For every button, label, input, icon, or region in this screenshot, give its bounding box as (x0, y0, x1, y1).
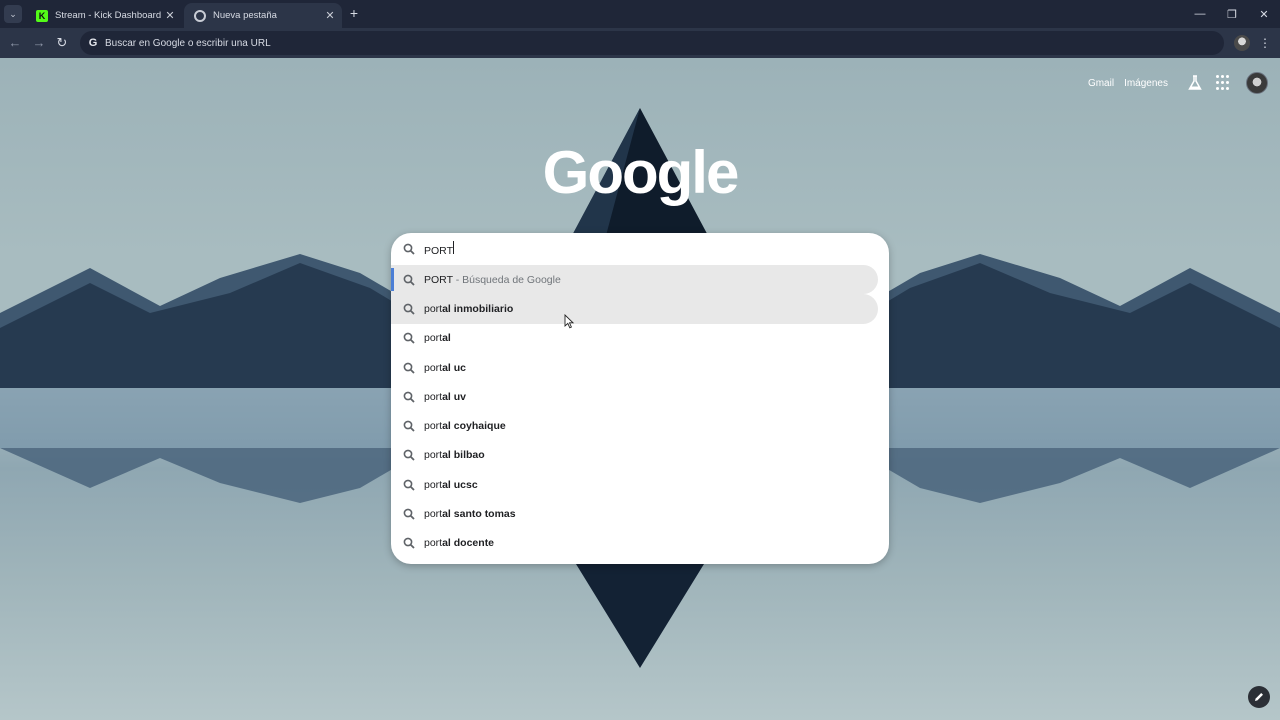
suggestion-item[interactable]: portal santo tomas (391, 499, 889, 528)
google-g-icon: G (88, 37, 98, 49)
profile-avatar-button[interactable] (1234, 35, 1250, 51)
suggestion-typed: port (424, 361, 443, 374)
tab-new-tab[interactable]: Nueva pestaña ✕ (184, 3, 342, 28)
suggestion-text: portal (424, 332, 451, 344)
suggestion-completion: al uc (442, 361, 467, 374)
tab-title: Stream - Kick Dashboard (55, 10, 162, 21)
reload-icon: ↻ (56, 35, 68, 50)
suggestion-completion: al (442, 332, 451, 345)
search-row[interactable]: PORT (391, 233, 889, 265)
minimize-button[interactable]: — (1184, 0, 1216, 28)
search-icon (403, 362, 415, 374)
gmail-link[interactable]: Gmail (1088, 78, 1114, 89)
pencil-icon (1255, 693, 1263, 701)
suggestion-item[interactable]: portal uv (391, 382, 889, 411)
search-icon (403, 303, 415, 315)
plus-icon: + (349, 5, 359, 21)
new-tab-page: Gmail Imágenes Google PORT PORT - Búsque… (0, 58, 1280, 720)
suggestion-completion: al coyhaique (442, 420, 506, 433)
search-query-text: PORT (424, 245, 453, 257)
tab-kick-dashboard[interactable]: K Stream - Kick Dashboard ✕ (26, 3, 182, 28)
suggestion-typed: PORT (424, 273, 453, 286)
suggestion-item[interactable]: portal (391, 324, 889, 353)
arrow-right-icon: → (32, 35, 46, 50)
suggestion-typed: port (424, 478, 443, 491)
suggestion-text: portal bilbao (424, 449, 485, 461)
suggestion-completion: al docente (442, 537, 495, 550)
text-caret (452, 241, 454, 254)
suggestion-text: portal uc (424, 362, 466, 374)
back-button[interactable]: ← (6, 34, 24, 52)
suggestion-text: portal inmobiliario (424, 303, 513, 315)
suggestion-typed: port (424, 302, 443, 315)
tab-strip: ⌄ K Stream - Kick Dashboard ✕ Nueva pest… (0, 0, 1280, 28)
suggestion-item[interactable]: portal uc (391, 353, 889, 382)
address-bar[interactable]: G Buscar en Google o escribir una URL (80, 31, 1224, 55)
new-tab-button[interactable]: + (346, 5, 362, 21)
reload-button[interactable]: ↻ (53, 34, 71, 52)
apps-grid-icon[interactable] (1216, 75, 1232, 91)
tab-title: Nueva pestaña (213, 10, 277, 21)
toolbar: ← → ↻ G Buscar en Google o escribir una … (0, 28, 1280, 58)
suggestion-completion: al inmobiliario (442, 302, 514, 315)
search-box: PORT PORT - Búsqueda de Google portal in… (391, 233, 889, 564)
suggestion-completion: al ucsc (442, 478, 478, 491)
suggestion-item[interactable]: portal ucsc (391, 470, 889, 499)
close-tab-icon[interactable]: ✕ (162, 9, 178, 22)
search-icon (403, 243, 415, 255)
kick-icon: K (36, 9, 48, 22)
suggestion-item[interactable]: portal inmobiliario (391, 294, 878, 324)
suggestion-item[interactable]: portal coyhaique (391, 411, 889, 440)
suggestion-typed: port (424, 537, 443, 550)
suggestion-text: portal santo tomas (424, 508, 516, 520)
suggestion-item[interactable]: portal bilbao (391, 441, 889, 470)
close-tab-icon[interactable]: ✕ (322, 9, 338, 22)
suggestion-completion: al uv (442, 390, 467, 403)
suggestion-completion: al bilbao (442, 449, 485, 462)
suggestion-typed: port (424, 449, 443, 462)
suggestion-item[interactable]: PORT - Búsqueda de Google (391, 265, 878, 295)
suggestion-item[interactable]: portal docente (391, 529, 889, 558)
suggestion-completion: al santo tomas (442, 508, 516, 521)
suggestion-text: portal ucsc (424, 479, 478, 491)
close-window-button[interactable]: ✕ (1248, 0, 1280, 28)
address-bar-placeholder: Buscar en Google o escribir una URL (105, 37, 271, 49)
search-icon (403, 508, 415, 520)
search-icon (403, 479, 415, 491)
search-icon (403, 332, 415, 344)
google-logo: Google (542, 139, 740, 206)
chrome-icon (194, 9, 206, 22)
search-icon (403, 450, 415, 462)
suggestion-text: portal docente (424, 537, 494, 549)
forward-button[interactable]: → (30, 34, 48, 52)
suggestion-suffix: - Búsqueda de Google (452, 273, 561, 286)
tab-search-button[interactable]: ⌄ (4, 5, 22, 23)
search-icon (403, 420, 415, 432)
suggestion-text: PORT - Búsqueda de Google (424, 274, 561, 286)
search-icon (403, 537, 415, 549)
labs-flask-icon[interactable] (1186, 74, 1204, 92)
arrow-left-icon: ← (8, 35, 22, 50)
search-input[interactable]: PORT (424, 241, 844, 257)
search-icon (403, 391, 415, 403)
restore-button[interactable]: ❐ (1216, 0, 1248, 28)
menu-icon[interactable]: ⋮ (1258, 34, 1272, 52)
suggestion-typed: port (424, 508, 443, 521)
window-controls: — ❐ ✕ (1184, 0, 1280, 28)
suggestion-text: portal coyhaique (424, 420, 506, 432)
suggestion-text: portal uv (424, 391, 466, 403)
suggestion-typed: port (424, 332, 443, 345)
images-link[interactable]: Imágenes (1124, 78, 1168, 89)
suggestion-typed: port (424, 390, 443, 403)
account-avatar[interactable] (1246, 72, 1268, 94)
search-icon (403, 274, 415, 286)
suggestion-typed: port (424, 420, 443, 433)
suggestion-list: PORT - Búsqueda de Google portal inmobil… (391, 265, 889, 558)
customize-button[interactable] (1248, 686, 1270, 708)
mouse-pointer-icon (564, 314, 574, 329)
header-links: Gmail Imágenes (1088, 72, 1268, 94)
chevron-down-icon: ⌄ (9, 8, 17, 19)
